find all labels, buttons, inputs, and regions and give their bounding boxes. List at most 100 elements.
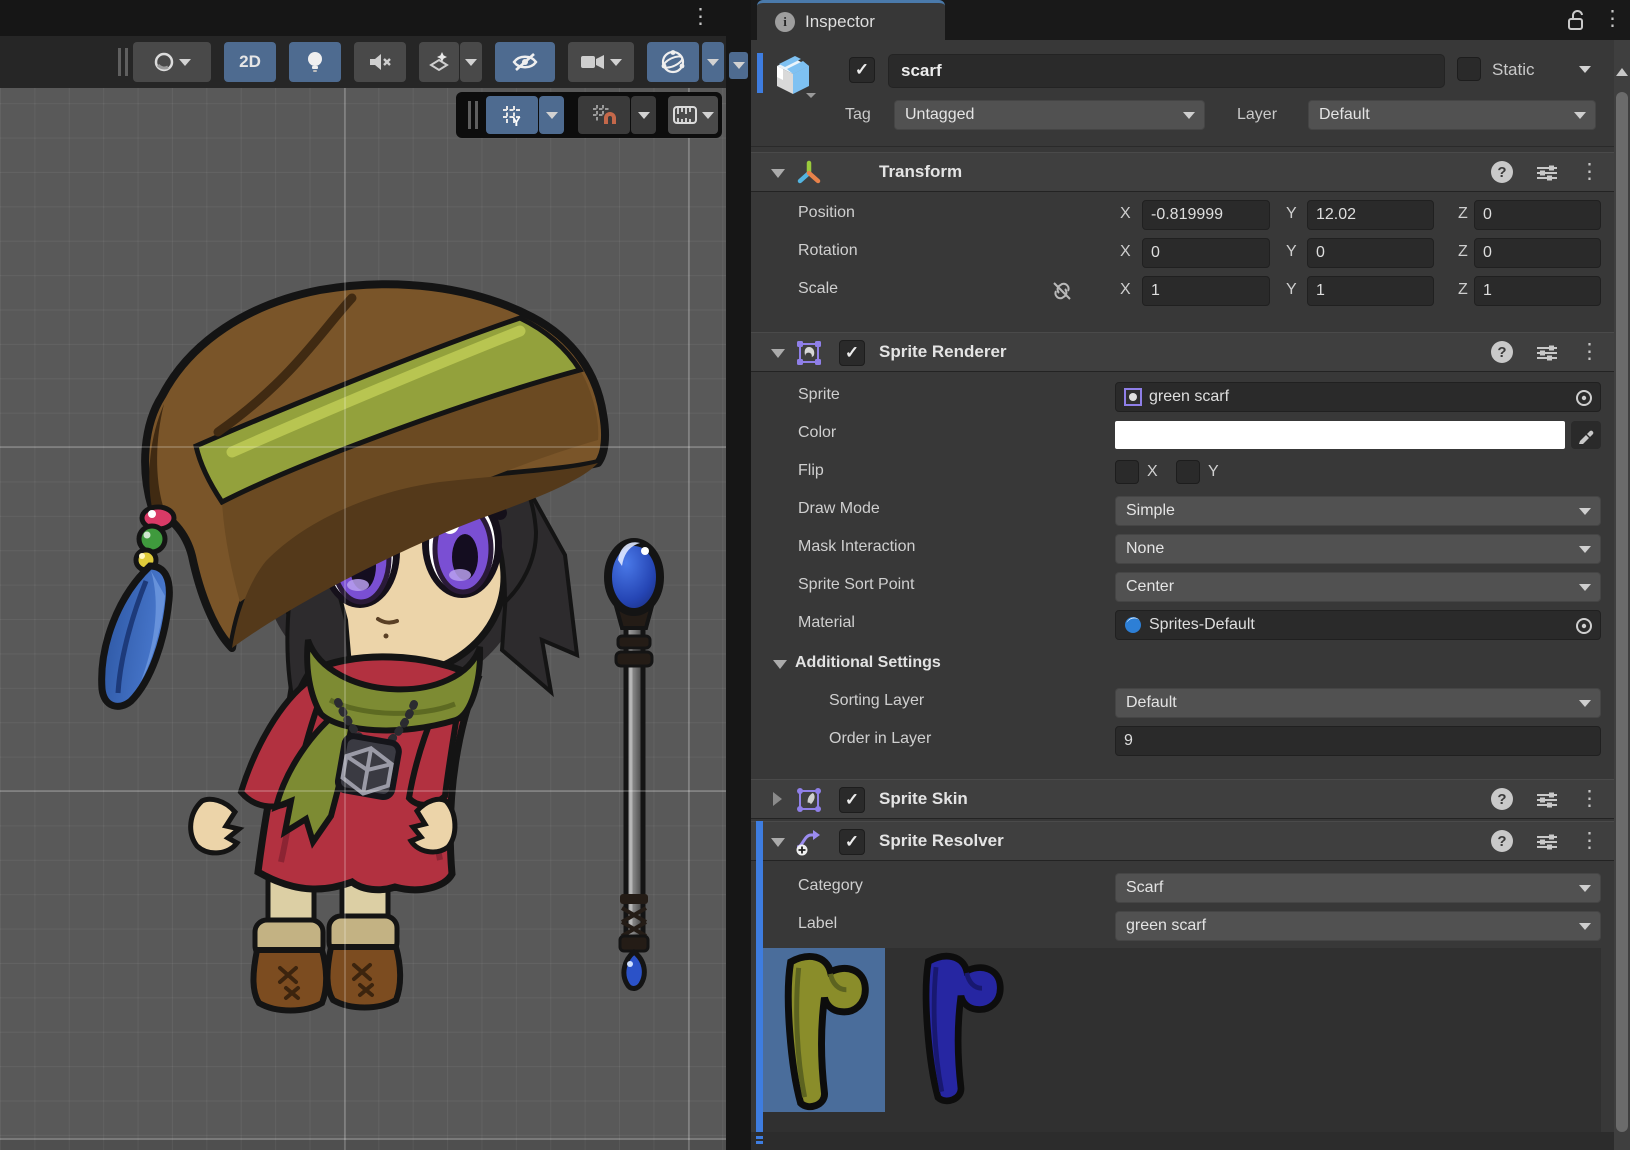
object-picker-icon[interactable] bbox=[1574, 388, 1594, 408]
grid-major-h1 bbox=[0, 446, 726, 448]
sorting-layer-label: Sorting Layer bbox=[829, 692, 924, 710]
sprite-sort-point-dropdown[interactable]: Center bbox=[1115, 572, 1601, 602]
mask-interaction-dropdown[interactable]: None bbox=[1115, 534, 1601, 564]
scene-audio-button[interactable] bbox=[354, 42, 406, 82]
static-label: Static bbox=[1492, 60, 1535, 80]
help-icon[interactable]: ? bbox=[1491, 788, 1513, 810]
scrollbar-thumb[interactable] bbox=[1616, 92, 1628, 1132]
foldout-icon[interactable] bbox=[773, 660, 787, 669]
category-dropdown[interactable]: Scarf bbox=[1115, 873, 1601, 903]
axis-y-label: Y bbox=[1286, 205, 1297, 223]
grid-axis-dropdown[interactable] bbox=[539, 96, 564, 134]
inspector-scrollbar[interactable] bbox=[1614, 40, 1630, 1150]
foldout-icon[interactable] bbox=[771, 838, 785, 847]
scale-y-field[interactable] bbox=[1307, 276, 1434, 306]
gameobject-cube-icon[interactable] bbox=[769, 50, 817, 100]
scale-x-field[interactable] bbox=[1142, 276, 1270, 306]
rotation-x-field[interactable] bbox=[1142, 238, 1270, 268]
foldout-icon[interactable] bbox=[771, 169, 785, 178]
component-menu-kebab-icon[interactable]: ⋮ bbox=[1579, 161, 1600, 182]
material-object-field[interactable]: Sprites-Default bbox=[1115, 610, 1601, 640]
rotation-y-field[interactable] bbox=[1307, 238, 1434, 268]
scroll-up-icon[interactable] bbox=[1616, 68, 1628, 76]
scene-camera-button[interactable] bbox=[568, 42, 634, 82]
character-sprite bbox=[0, 0, 726, 1150]
effects-icon bbox=[427, 50, 451, 74]
component-menu-kebab-icon[interactable]: ⋮ bbox=[1579, 341, 1600, 362]
foldout-collapsed-icon[interactable] bbox=[773, 792, 782, 806]
position-x-field[interactable] bbox=[1142, 200, 1270, 230]
sprite-resolver-header[interactable]: ✓ Sprite Resolver ? ⋮ bbox=[751, 821, 1630, 861]
scene-effects-dropdown[interactable] bbox=[460, 42, 482, 82]
component-menu-kebab-icon[interactable]: ⋮ bbox=[1579, 830, 1600, 851]
scene-visibility-button[interactable] bbox=[495, 42, 555, 82]
sprite-skin-header[interactable]: ✓ Sprite Skin ? ⋮ bbox=[751, 779, 1630, 819]
presets-icon[interactable] bbox=[1536, 164, 1558, 182]
draw-mode-dropdown[interactable]: Simple bbox=[1115, 496, 1601, 526]
gameobject-active-checkbox[interactable]: ✓ bbox=[849, 57, 875, 83]
transform-header[interactable]: Transform ? ⋮ bbox=[751, 152, 1630, 192]
sorting-layer-dropdown[interactable]: Default bbox=[1115, 688, 1601, 718]
additional-settings-row[interactable]: Additional Settings bbox=[751, 646, 1630, 684]
component-enabled-checkbox[interactable]: ✓ bbox=[839, 787, 865, 813]
foldout-icon[interactable] bbox=[771, 349, 785, 358]
gizmos-button[interactable] bbox=[647, 42, 699, 82]
component-menu-kebab-icon[interactable]: ⋮ bbox=[1579, 788, 1600, 809]
chevron-down-icon bbox=[1574, 112, 1586, 119]
sprite-object-field[interactable]: green scarf bbox=[1115, 382, 1601, 412]
toggle-2d-button[interactable]: 2D bbox=[224, 42, 276, 82]
scene-lighting-button[interactable] bbox=[289, 42, 341, 82]
overlay-drag-handle[interactable] bbox=[468, 101, 478, 129]
label-dropdown[interactable]: green scarf bbox=[1115, 911, 1601, 941]
toolbar-drag-handle[interactable] bbox=[118, 48, 128, 76]
color-swatch[interactable] bbox=[1115, 421, 1565, 449]
thumbnail-green-scarf[interactable] bbox=[762, 948, 885, 1112]
presets-icon[interactable] bbox=[1536, 833, 1558, 851]
inspector-menu-kebab-icon[interactable]: ⋮ bbox=[1602, 8, 1623, 29]
presets-icon[interactable] bbox=[1536, 344, 1558, 362]
tag-dropdown[interactable]: Untagged bbox=[894, 100, 1205, 130]
gizmos-dropdown[interactable] bbox=[702, 42, 724, 82]
category-label: Category bbox=[798, 877, 863, 895]
sprite-renderer-header[interactable]: ✓ Sprite Renderer ? ⋮ bbox=[751, 332, 1630, 372]
eyedropper-button[interactable] bbox=[1571, 421, 1601, 449]
draw-mode-button[interactable] bbox=[133, 42, 211, 82]
position-y-field[interactable] bbox=[1307, 200, 1434, 230]
position-z-field[interactable] bbox=[1474, 200, 1601, 230]
help-icon[interactable]: ? bbox=[1491, 341, 1513, 363]
lock-icon[interactable] bbox=[1567, 9, 1585, 31]
component-enabled-checkbox[interactable]: ✓ bbox=[839, 829, 865, 855]
scene-canvas[interactable]: ⋮ 2D bbox=[0, 0, 726, 1150]
panel-divider[interactable] bbox=[726, 0, 751, 1150]
presets-icon[interactable] bbox=[1536, 791, 1558, 809]
order-in-layer-field[interactable] bbox=[1115, 726, 1601, 756]
tab-inspector[interactable]: i Inspector bbox=[757, 0, 945, 40]
rotation-z-field[interactable] bbox=[1474, 238, 1601, 268]
flip-x-checkbox[interactable] bbox=[1115, 460, 1139, 484]
component-enabled-checkbox[interactable]: ✓ bbox=[839, 340, 865, 366]
snap-increment-button[interactable] bbox=[668, 96, 718, 134]
static-checkbox[interactable] bbox=[1457, 57, 1481, 81]
thumbnail-blue-scarf[interactable] bbox=[902, 948, 1018, 1112]
scale-z-field[interactable] bbox=[1474, 276, 1601, 306]
gameobject-name-field[interactable] bbox=[888, 54, 1445, 88]
static-dropdown-icon[interactable] bbox=[1579, 66, 1591, 73]
gizmos-dropdown-overflow[interactable] bbox=[729, 52, 748, 79]
label-label: Label bbox=[798, 915, 837, 933]
grid-snapping-dropdown[interactable] bbox=[631, 96, 656, 134]
draw-mode-row: Draw Mode Simple bbox=[751, 492, 1630, 530]
flip-y-checkbox[interactable] bbox=[1176, 460, 1200, 484]
object-picker-icon[interactable] bbox=[1574, 616, 1594, 636]
help-icon[interactable]: ? bbox=[1491, 830, 1513, 852]
inspector-panel: i Inspector ⋮ ✓ bbox=[751, 0, 1630, 1150]
scene-menu-kebab-icon[interactable]: ⋮ bbox=[690, 6, 711, 27]
help-icon[interactable]: ? bbox=[1491, 161, 1513, 183]
transform-icon bbox=[795, 159, 823, 187]
scene-effects-button[interactable] bbox=[419, 42, 459, 82]
constrain-proportions-icon[interactable] bbox=[1051, 280, 1073, 302]
snap-magnet-icon bbox=[590, 102, 618, 128]
flip-label: Flip bbox=[798, 462, 824, 480]
grid-snapping-button[interactable] bbox=[578, 96, 630, 134]
grid-axis-button[interactable]: Y bbox=[486, 96, 538, 134]
layer-dropdown[interactable]: Default bbox=[1308, 100, 1596, 130]
